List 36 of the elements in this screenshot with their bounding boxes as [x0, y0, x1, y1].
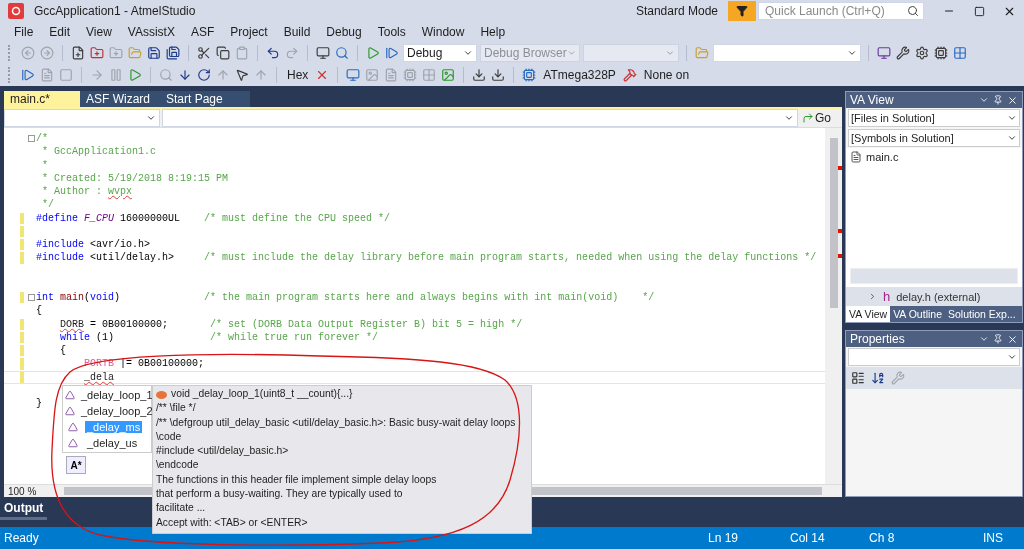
code-line: { — [36, 305, 42, 317]
window-title: GccApplication1 - AtmelStudio — [34, 4, 196, 18]
doc-text: /** \defgroup util_delay_basic <util/delay_basic.h>: Basic busy-wait delay loops — [156, 415, 517, 430]
status-text: Ready — [3, 531, 40, 545]
code-line: #define F_CPU 16000000UL /* must define the CPU speed */ — [36, 212, 391, 224]
code-line: */ — [41, 199, 55, 211]
code-line: #include <avr/io.h> — [36, 239, 151, 251]
code-line: * GccApplication1.c — [41, 146, 157, 158]
doc-text: that perform a busy-waiting. They are typically used to — [156, 487, 404, 502]
doc-text: facilitate ... — [156, 501, 207, 516]
char-number: Ch 8 — [868, 531, 896, 545]
code-line: while (1) /* while true run forever */ — [59, 331, 379, 343]
code-line: int main(void) /* the main program starts here and always begins with int main(void) */ — [36, 292, 655, 304]
doc-text: \endcode — [156, 458, 200, 473]
code-line: DORB = 0B00100000; /* set (DORB Data Output Register B) bit 5 = high */ — [59, 318, 523, 330]
column-number: Col 14 — [789, 531, 826, 545]
doc-text: /** \file */ — [156, 401, 197, 416]
doc-text: The functions in this header file implement simple delay loops — [156, 472, 438, 487]
code-line: * — [41, 159, 49, 171]
code-line: _dela — [83, 371, 115, 383]
code-line: * Created: 5/19/2018 8:19:15 PM — [41, 172, 229, 184]
code-line: /* — [36, 133, 48, 145]
code-line: #include <util/delay.h> /* must include the delay library before main program starts, needed when using the delay functions */ — [36, 252, 817, 264]
doc-text: Accept with: <TAB> or <ENTER> — [156, 515, 309, 530]
signature-text: void _delay_loop_1(uint8_t __count){...} — [171, 387, 353, 401]
code-line: } — [36, 398, 42, 410]
insert-mode: INS — [982, 531, 1004, 545]
mode-label: Standard Mode — [635, 4, 718, 18]
panel-title: Properties — [850, 332, 906, 346]
doc-text: #include <util/delay_basic.h> — [156, 444, 290, 459]
panel-title: VA View — [850, 93, 895, 107]
code-line: { — [59, 345, 67, 357]
code-line: * Author : wvpx — [41, 186, 133, 198]
doc-text: \code — [156, 429, 183, 444]
line-number: Ln 19 — [707, 531, 740, 545]
header-glyph: h — [883, 289, 891, 304]
